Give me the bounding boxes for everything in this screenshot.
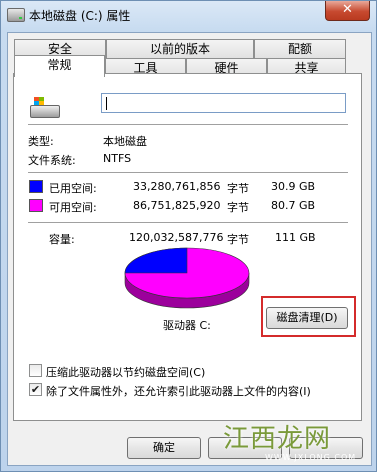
- free-space-human: 80.7 GB: [271, 199, 316, 212]
- free-space-label: 可用空间:: [49, 201, 97, 214]
- tab-quota[interactable]: 配额: [254, 39, 346, 58]
- capacity-unit: 字节: [227, 233, 249, 246]
- capacity-bytes: 120,032,587,776: [129, 231, 224, 244]
- used-space-bytes: 33,280,761,856: [133, 180, 221, 193]
- highlight-annotation: [261, 296, 356, 337]
- ok-button[interactable]: 确定: [127, 437, 201, 459]
- free-space-unit: 字节: [227, 201, 249, 214]
- watermark-url: WWW.JXLONG.COM: [265, 453, 357, 462]
- drive-title-icon: [7, 8, 25, 22]
- compress-checkbox[interactable]: [29, 364, 42, 377]
- used-space-label: 已用空间:: [49, 182, 97, 195]
- drive-icon: [30, 97, 60, 119]
- window-title: 本地磁盘 (C:) 属性: [29, 9, 131, 23]
- index-label: 除了文件属性外，还允许索引此驱动器上文件的内容(I): [46, 385, 311, 398]
- text-caret: [106, 97, 107, 110]
- filesystem-value: NTFS: [103, 152, 132, 165]
- capacity-human: 111 GB: [275, 231, 316, 244]
- capacity-label: 容量:: [49, 233, 75, 246]
- filesystem-label: 文件系统:: [28, 154, 76, 167]
- drive-name-input[interactable]: [101, 93, 346, 113]
- type-value: 本地磁盘: [103, 135, 147, 148]
- index-checkbox[interactable]: ✔: [29, 383, 42, 396]
- tab-general[interactable]: 常规: [14, 55, 105, 77]
- used-space-swatch: [29, 180, 43, 193]
- type-label: 类型:: [28, 135, 54, 148]
- separator: [28, 172, 348, 173]
- close-button[interactable]: ✕: [325, 1, 370, 21]
- used-space-human: 30.9 GB: [271, 180, 316, 193]
- free-space-bytes: 86,751,825,920: [133, 199, 221, 212]
- compress-label: 压缩此驱动器以节约磁盘空间(C): [46, 366, 206, 379]
- tab-previous-versions[interactable]: 以前的版本: [106, 39, 254, 58]
- disk-usage-pie: [124, 247, 250, 309]
- separator: [28, 124, 348, 125]
- watermark-logo: 江西龙网: [223, 424, 332, 454]
- title-bar[interactable]: 本地磁盘 (C:) 属性 ✕: [1, 1, 376, 29]
- free-space-swatch: [29, 199, 43, 212]
- drive-letter-label: 驱动器 C:: [163, 319, 211, 332]
- used-space-unit: 字节: [227, 182, 249, 195]
- separator: [28, 222, 348, 223]
